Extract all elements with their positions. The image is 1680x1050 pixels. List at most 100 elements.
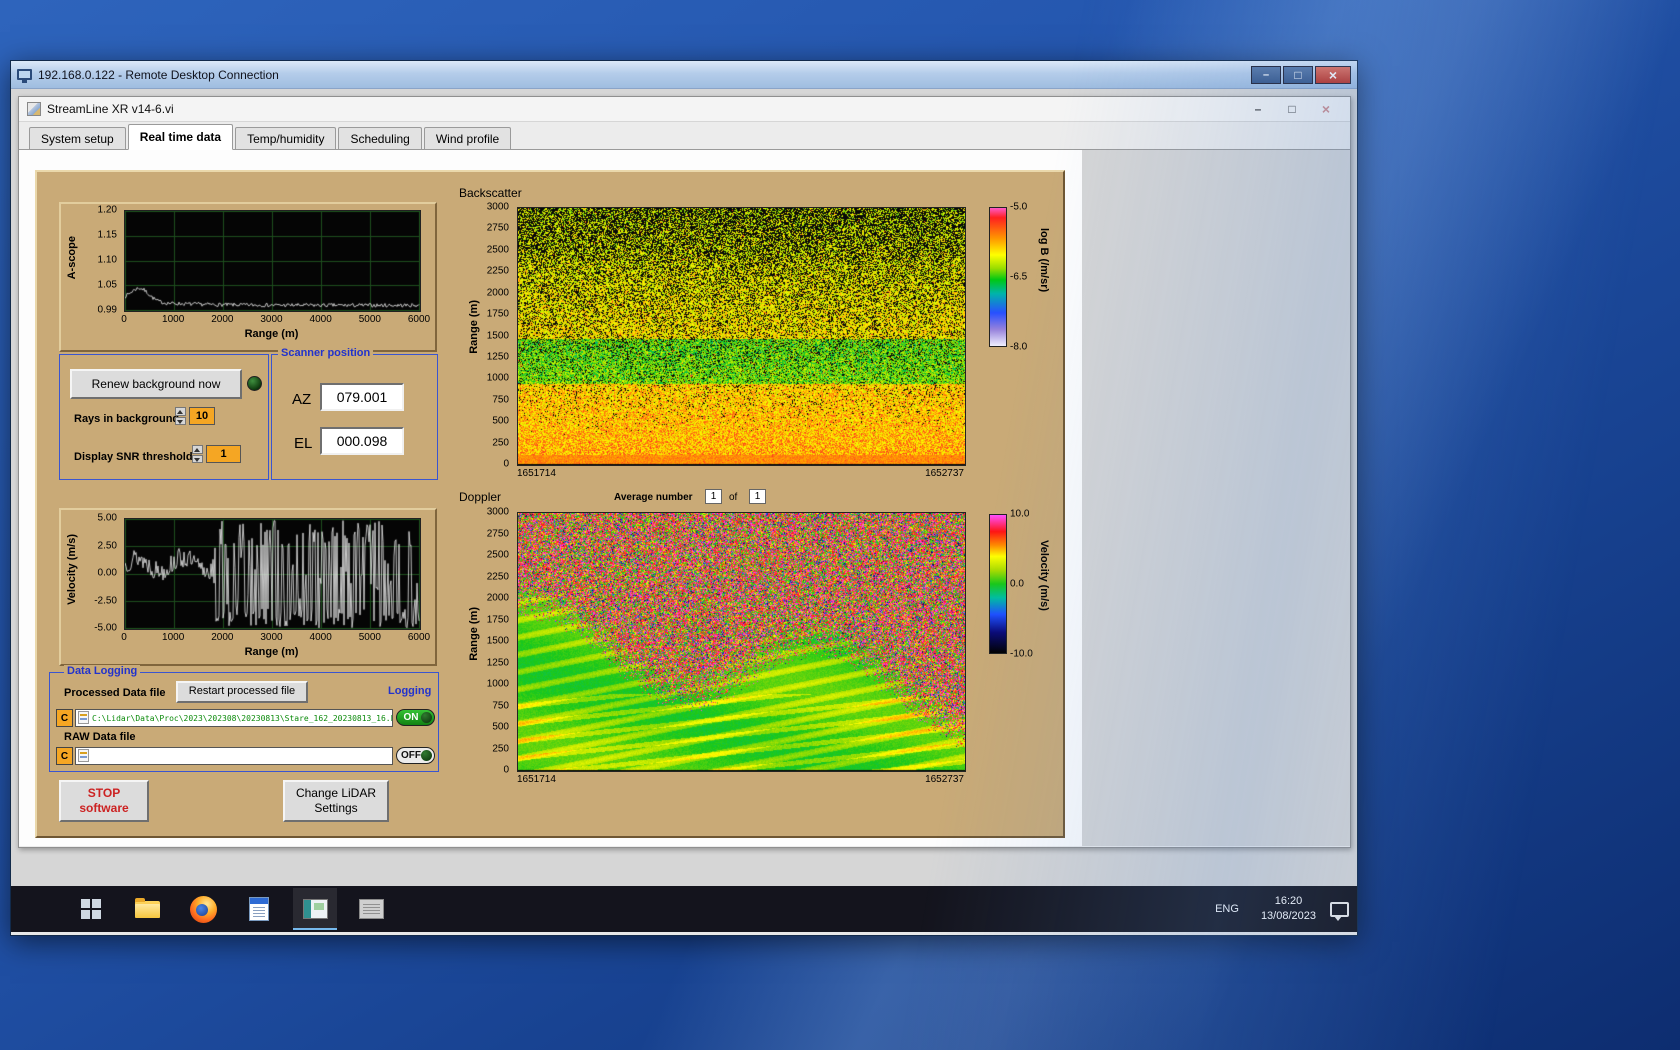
change-button-line2: Settings: [314, 801, 357, 816]
rdp-window-title: 192.168.0.122 - Remote Desktop Connectio…: [38, 68, 1245, 82]
rdp-titlebar[interactable]: 192.168.0.122 - Remote Desktop Connectio…: [11, 61, 1357, 89]
average-total-field[interactable]: 1: [749, 489, 766, 504]
tick-label: 2750: [487, 528, 509, 539]
processed-logging-led: [421, 712, 432, 723]
tick-label: 10.0: [1010, 509, 1029, 520]
rays-value-field[interactable]: 10: [189, 407, 215, 425]
taskbar-date: 13/08/2023: [1261, 909, 1316, 924]
desktop-background: 192.168.0.122 - Remote Desktop Connectio…: [0, 0, 1680, 1050]
app-window-title: StreamLine XR v14-6.vi: [47, 102, 1240, 116]
average-number-field[interactable]: 1: [705, 489, 722, 504]
raw-logging-state: OFF: [401, 750, 421, 761]
doppler-heatmap-canvas: [517, 512, 966, 772]
doppler-y-ticks: 3000275025002250200017501500125010007505…: [477, 512, 512, 770]
raw-drive-selector[interactable]: C: [56, 747, 73, 765]
start-button[interactable]: [69, 888, 113, 930]
rdp-close-button[interactable]: [1315, 66, 1351, 84]
processed-path-field[interactable]: C:\Lidar\Data\Proc\2023\202308\20230813\…: [75, 709, 393, 727]
tick-label: 0: [503, 765, 509, 776]
data-logging-group: Data Logging Processed Data file Restart…: [49, 672, 439, 772]
snr-value-field[interactable]: 1: [206, 445, 241, 463]
start-icon: [81, 899, 101, 919]
rdp-minimize-button[interactable]: [1251, 66, 1281, 84]
tick-label: 6000: [408, 632, 430, 643]
tick-label: 1651714: [517, 774, 556, 785]
rdp-maximize-button[interactable]: [1283, 66, 1313, 84]
background-controls-group: Renew background now Rays in background …: [59, 354, 269, 480]
taskbar-time: 16:20: [1261, 894, 1316, 909]
tick-label: 0: [503, 459, 509, 470]
tick-label: -5.0: [1010, 202, 1027, 213]
processed-logging-toggle[interactable]: ON: [396, 709, 435, 726]
velocity-y-ticks: 5.002.500.00-2.50-5.00: [81, 518, 120, 628]
language-indicator[interactable]: ENG: [1207, 899, 1247, 919]
raw-path-field[interactable]: [75, 747, 393, 765]
tick-label: -10.0: [1010, 649, 1033, 660]
velocity-x-axis-label: Range (m): [124, 646, 419, 658]
raw-browse-icon[interactable]: [78, 749, 89, 762]
average-number-label: Average number: [614, 492, 693, 503]
elevation-label: EL: [294, 435, 312, 452]
taskbar-file-explorer[interactable]: [125, 888, 169, 930]
processed-drive-selector[interactable]: C: [56, 709, 73, 727]
ascope-x-ticks: 0100020003000400050006000: [124, 314, 419, 326]
raw-logging-toggle[interactable]: OFF: [396, 747, 435, 764]
taskbar-clock[interactable]: 16:20 13/08/2023: [1261, 894, 1316, 924]
rdp-window-controls: [1251, 66, 1351, 84]
app-titlebar[interactable]: StreamLine XR v14-6.vi: [19, 97, 1350, 122]
average-of-label: of: [729, 492, 737, 503]
tick-label: 2500: [487, 244, 509, 255]
tick-label: 4000: [310, 632, 332, 643]
tick-label: 1000: [487, 373, 509, 384]
scan-scheduler-icon: [359, 899, 384, 919]
action-center-icon[interactable]: [1330, 902, 1349, 917]
tab-system-setup[interactable]: System setup: [29, 127, 126, 149]
tick-label: 2000: [487, 287, 509, 298]
taskbar-scan-scheduler[interactable]: [349, 888, 393, 930]
processed-logging-state: ON: [404, 712, 419, 723]
snr-spinner[interactable]: [192, 445, 203, 463]
tick-label: 1250: [487, 351, 509, 362]
tick-label: 2250: [487, 571, 509, 582]
backscatter-colorbar-label: log B (/m/sr): [1038, 228, 1050, 292]
backscatter-title: Backscatter: [459, 186, 522, 200]
tab-real-time-data[interactable]: Real time data: [128, 124, 233, 150]
tick-label: 5000: [359, 632, 381, 643]
app-restore-button[interactable]: [1280, 100, 1304, 118]
rdp-window: 192.168.0.122 - Remote Desktop Connectio…: [10, 60, 1358, 936]
tick-label: 2000: [487, 593, 509, 604]
processed-path-text: C:\Lidar\Data\Proc\2023\202308\20230813\…: [92, 714, 393, 723]
restart-processed-file-button[interactable]: Restart processed file: [176, 681, 308, 703]
scanner-position-group: Scanner position AZ 079.001 EL 000.098: [271, 354, 438, 480]
doppler-title: Doppler: [459, 490, 501, 504]
tab-scheduling[interactable]: Scheduling: [338, 127, 421, 149]
renew-background-button[interactable]: Renew background now: [70, 369, 242, 399]
processed-browse-icon[interactable]: [78, 711, 89, 724]
tab-wind-profile[interactable]: Wind profile: [424, 127, 511, 149]
stop-button-line1: STOP: [88, 786, 120, 801]
stop-software-button[interactable]: STOP software: [59, 780, 149, 822]
tick-label: 2000: [211, 314, 233, 325]
elevation-value: 000.098: [320, 427, 404, 455]
app-minimize-button[interactable]: [1246, 100, 1270, 118]
tab-temp-humidity[interactable]: Temp/humidity: [235, 127, 336, 149]
ascope-graph: A-scope 1.201.151.101.050.99 01000200030…: [59, 202, 437, 352]
doppler-colorbar-ticks: 10.00.0-10.0: [1007, 514, 1041, 654]
streamline-app-icon: [303, 899, 328, 919]
taskbar-firefox[interactable]: [181, 888, 225, 930]
renew-background-led: [247, 376, 262, 391]
tick-label: 1500: [487, 330, 509, 341]
tick-label: 1000: [162, 314, 184, 325]
app-close-button[interactable]: [1314, 100, 1338, 118]
tick-label: 1.10: [98, 255, 117, 266]
taskbar-notes-app[interactable]: [237, 888, 281, 930]
data-logging-title: Data Logging: [64, 665, 140, 677]
tick-label: 2250: [487, 266, 509, 277]
taskbar-streamline-app[interactable]: [293, 888, 337, 930]
rays-spinner[interactable]: [175, 407, 186, 425]
tick-label: 3000: [487, 507, 509, 518]
azimuth-label: AZ: [292, 391, 311, 408]
ascope-y-axis-label: A-scope: [66, 236, 78, 279]
doppler-y-axis-label: Range (m): [468, 607, 480, 661]
change-lidar-settings-button[interactable]: Change LiDAR Settings: [283, 780, 389, 822]
